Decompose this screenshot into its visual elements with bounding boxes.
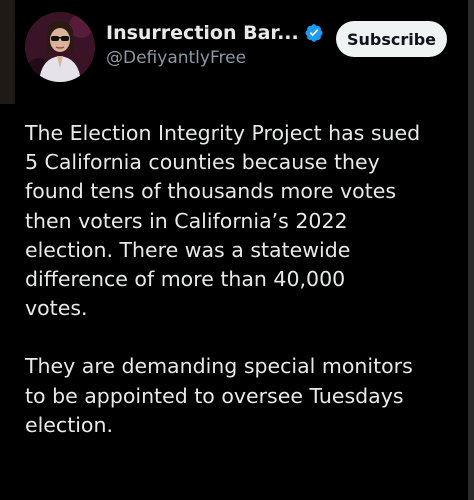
background-edge-left [0,0,15,104]
tweet-line: to be appointed to oversee Tuesdays [25,383,404,408]
author-handle[interactable]: @DefiyantlyFree [106,48,324,68]
tweet-line: election. There was a statewide [25,237,351,262]
tweet-line: The Election Integrity Project has sued [25,121,421,145]
tweet-line: 5 California counties because they [25,150,380,175]
tweet-line: found tens of thousands more votes [25,179,397,204]
avatar[interactable] [25,12,95,82]
tweet-paragraph: They are demanding special monitors to b… [25,352,465,440]
author-info[interactable]: Insurrection Bar... @DefiyantlyFree [106,20,324,68]
author-display-name[interactable]: Insurrection Bar... [106,22,299,44]
tweet-line: votes. [25,296,88,321]
tweet-line: then voters in California’s 2022 [25,208,348,233]
tweet-text: The Election Integrity Project has sued … [25,119,465,440]
tweet-line: They are demanding special monitors [25,354,413,379]
subscribe-button[interactable]: Subscribe [336,21,447,57]
tweet-line: election. [25,412,113,437]
tweet-header: Insurrection Bar... @DefiyantlyFree Subs… [25,10,455,82]
verified-badge-icon [305,24,323,42]
scrollbar[interactable] [468,0,474,500]
avatar-image [25,12,95,82]
tweet-line: difference of more than 40,000 [25,267,346,292]
tweet-paragraph: The Election Integrity Project has sued … [25,119,465,323]
